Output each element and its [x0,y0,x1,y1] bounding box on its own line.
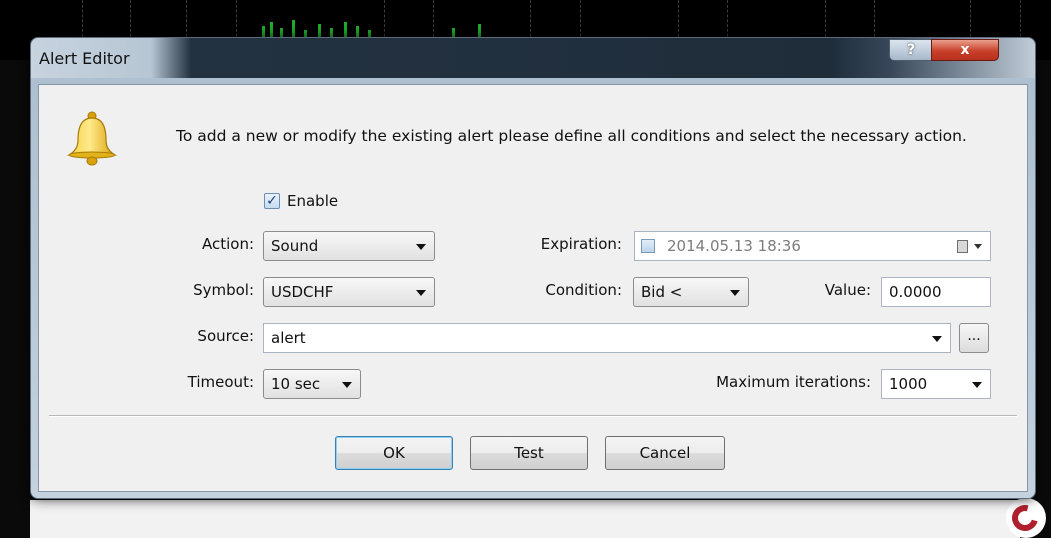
browse-button[interactable]: ... [959,323,989,353]
divider [49,415,1017,417]
timeout-select[interactable]: 10 sec [263,369,361,399]
help-button[interactable]: ? [889,39,933,61]
symbol-value: USDCHF [271,283,334,301]
source-label: Source: [197,327,254,345]
chevron-down-icon [416,290,426,296]
title-bar[interactable]: Alert Editor ? x [31,38,1035,78]
chevron-down-icon [730,290,740,296]
expiration-checkbox[interactable] [641,239,655,253]
chevron-down-icon [416,244,426,250]
condition-label: Condition: [545,281,622,299]
calendar-icon [957,240,968,253]
action-value: Sound [271,237,319,255]
action-label: Action: [201,235,254,253]
value-label: Value: [824,281,871,299]
logo-icon [1006,498,1046,538]
test-button[interactable]: Test [470,436,588,470]
intro-text: To add a new or modify the existing aler… [176,127,967,145]
condition-select[interactable]: Bid < [633,277,749,307]
source-value: alert [271,329,306,347]
ok-button[interactable]: OK [335,436,453,470]
chevron-down-icon [974,244,982,249]
close-button[interactable]: x [931,39,999,61]
max-iterations-value: 1000 [889,375,928,393]
cancel-button[interactable]: Cancel [605,436,725,470]
dialog-content: To add a new or modify the existing aler… [38,84,1028,492]
source-select[interactable]: alert [263,323,951,353]
window-title: Alert Editor [39,49,130,68]
value-input[interactable]: 0.0000 [881,277,991,307]
bell-icon [66,111,118,166]
timeout-label: Timeout: [187,373,254,391]
background-panel-strip [30,500,1020,538]
alert-editor-dialog: Alert Editor ? x To add a new or modify … [30,37,1036,499]
enable-checkbox[interactable]: ✓ [264,193,280,209]
symbol-label: Symbol: [193,281,254,299]
expiration-label: Expiration: [540,235,622,253]
chevron-down-icon [932,336,942,342]
value-input-text: 0.0000 [889,283,942,301]
expiration-value: 2014.05.13 18:36 [667,237,801,255]
condition-value: Bid < [641,283,683,301]
max-iterations-select[interactable]: 1000 [881,369,991,399]
enable-label: Enable [287,192,339,210]
action-select[interactable]: Sound [263,231,435,261]
chevron-down-icon [342,382,352,388]
symbol-select[interactable]: USDCHF [263,277,435,307]
max-iterations-label: Maximum iterations: [716,373,871,391]
chevron-down-icon [972,382,982,388]
timeout-value: 10 sec [271,375,321,393]
expiration-picker[interactable]: 2014.05.13 18:36 [634,231,991,261]
